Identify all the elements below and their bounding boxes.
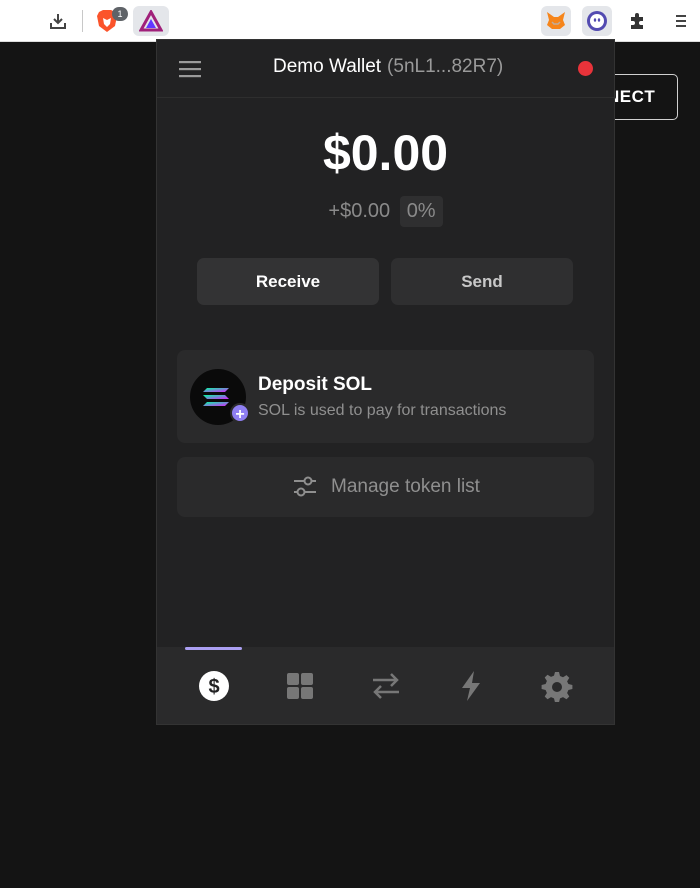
sliders-icon (294, 476, 317, 497)
brave-rewards-icon[interactable] (133, 6, 169, 36)
nav-swap-tab[interactable] (369, 669, 403, 703)
kebab-menu-icon[interactable] (666, 6, 696, 36)
change-amount: +$0.00 (328, 200, 391, 222)
browser-toolbar: 1 (0, 0, 700, 42)
wallet-title[interactable]: Demo Wallet (5nL1...82R7) (273, 56, 503, 78)
active-tab-indicator (185, 647, 242, 650)
manage-token-list-button[interactable]: Manage token list (177, 457, 594, 517)
grid-icon (287, 673, 313, 699)
puzzle-icon[interactable] (623, 6, 653, 36)
connection-status-dot (578, 61, 593, 76)
balance-change: +$0.00 0% (157, 196, 614, 227)
wallet-name: Demo Wallet (273, 56, 382, 77)
brave-shields-badge: 1 (112, 7, 128, 21)
wallet-address: (5nL1...82R7) (387, 56, 504, 77)
deposit-title: Deposit SOL (258, 374, 373, 395)
dollar-icon: $ (199, 671, 229, 701)
swap-icon (373, 673, 399, 699)
receive-button[interactable]: Receive (197, 258, 379, 305)
download-icon[interactable] (43, 6, 73, 36)
nav-activity-tab[interactable] (454, 669, 488, 703)
deposit-subtitle: SOL is used to pay for transactions (258, 402, 507, 419)
bottom-nav: $ (157, 647, 614, 724)
deposit-sol-card[interactable]: + Deposit SOL SOL is used to pay for tra… (177, 350, 594, 443)
total-balance: $0.00 (322, 125, 449, 181)
send-button[interactable]: Send (391, 258, 573, 305)
metamask-fox-icon[interactable] (541, 6, 571, 36)
hamburger-menu-icon[interactable] (177, 58, 203, 80)
nav-settings-tab[interactable] (540, 669, 574, 703)
phantom-ghost-icon[interactable] (582, 6, 612, 36)
nav-dollar-tab[interactable]: $ (197, 669, 231, 703)
gear-icon (541, 672, 573, 702)
popup-header: Demo Wallet (5nL1...82R7) (157, 40, 614, 98)
plus-icon: + (230, 403, 250, 423)
connect-label: NECT (607, 87, 656, 106)
manage-token-label: Manage token list (331, 476, 480, 497)
change-percent: 0% (399, 196, 443, 227)
svg-text:$: $ (208, 676, 219, 698)
toolbar-separator (82, 10, 83, 32)
nav-collectibles-tab[interactable] (283, 669, 317, 703)
wallet-popup: Demo Wallet (5nL1...82R7) $0.00 +$0.00 0%… (157, 40, 614, 724)
lightning-icon (462, 671, 480, 701)
